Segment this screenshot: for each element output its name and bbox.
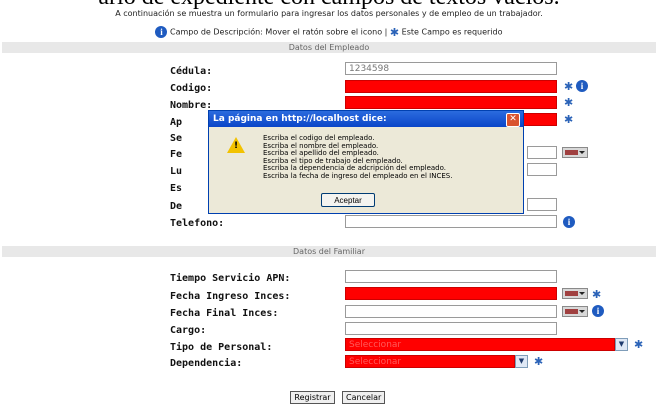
direccion-field[interactable]	[527, 198, 557, 211]
tiempo-servicio-field[interactable]	[345, 270, 557, 283]
se-label: Se	[170, 133, 183, 144]
family-section-header: Datos del Familiar	[2, 246, 656, 257]
chevron-down-icon[interactable]: ▼	[515, 355, 528, 368]
calendar-icon[interactable]	[562, 306, 588, 317]
dialog-titlebar: La página en http://localhost dice:	[209, 111, 523, 127]
asterisk-icon: ✱	[564, 80, 574, 93]
telefono-field[interactable]	[345, 215, 557, 228]
alert-dialog: La página en http://localhost dice: ✕ ! …	[208, 110, 524, 214]
lugar-field[interactable]	[527, 163, 557, 176]
close-button[interactable]: ✕	[506, 113, 520, 127]
dialog-message: Escriba el codigo del empleado. Escriba …	[263, 134, 453, 181]
legend-required-text: Este Campo es requerido	[401, 27, 503, 37]
asterisk-icon: ✱	[534, 355, 544, 368]
nombre-field[interactable]	[345, 96, 557, 109]
fecha-ingreso-field[interactable]	[527, 146, 557, 159]
tiempo-servicio-label: Tiempo Servicio APN:	[170, 273, 291, 284]
asterisk-icon: ✱	[564, 113, 574, 126]
legend-info-text: Campo de Descripción: Mover el ratón sob…	[170, 27, 388, 37]
info-icon[interactable]: i	[563, 216, 575, 228]
registrar-button[interactable]: Registrar	[290, 391, 335, 404]
lu-label: Lu	[170, 166, 183, 177]
employee-section-header: Datos del Empleado	[2, 42, 656, 53]
chevron-down-icon[interactable]: ▼	[615, 338, 628, 351]
cedula-label: Cédula:	[170, 66, 213, 77]
info-icon[interactable]: i	[592, 305, 604, 317]
de-label: De	[170, 201, 183, 212]
tipo-personal-select[interactable]: Seleccionar	[345, 338, 615, 351]
cancelar-button[interactable]: Cancelar	[342, 391, 385, 404]
asterisk-icon: ✱	[564, 96, 574, 109]
cargo-field[interactable]	[345, 322, 557, 335]
intro-text: A continuación se muestra un formulario …	[115, 9, 543, 18]
calendar-icon[interactable]	[562, 147, 588, 158]
fecha-ingreso-inces-field[interactable]	[345, 287, 557, 300]
tipo-personal-label: Tipo de Personal:	[170, 342, 273, 353]
dependencia-select[interactable]: Seleccionar	[345, 355, 515, 368]
info-icon[interactable]: i	[576, 80, 588, 92]
ok-button[interactable]: Aceptar	[321, 193, 375, 207]
codigo-field[interactable]	[345, 80, 557, 93]
apellido-label: Ap	[170, 117, 183, 128]
fe-label: Fe	[170, 149, 183, 160]
dialog-line: Escriba la fecha de ingreso del empleado…	[263, 171, 453, 180]
cedula-field[interactable]: 1234598	[345, 62, 557, 75]
dialog-title: La página en http://localhost dice:	[213, 114, 387, 124]
dependencia-label: Dependencia:	[170, 358, 243, 369]
fecha-final-inces-label: Fecha Final Inces:	[170, 308, 279, 319]
es-label: Es	[170, 183, 183, 194]
telefono-label: Telefono:	[170, 218, 225, 229]
fecha-final-inces-field[interactable]	[345, 305, 557, 318]
nombre-label: Nombre:	[170, 100, 213, 111]
cargo-label: Cargo:	[170, 325, 207, 336]
asterisk-icon: ✱	[634, 338, 644, 351]
legend: i Campo de Descripción: Mover el ratón s…	[0, 26, 658, 38]
asterisk-icon: ✱	[592, 288, 602, 301]
warning-exclamation: !	[234, 141, 239, 151]
codigo-label: Codigo:	[170, 83, 213, 94]
calendar-icon[interactable]	[562, 288, 588, 299]
info-icon: i	[155, 26, 168, 38]
fecha-ingreso-inces-label: Fecha Ingreso Inces:	[170, 291, 291, 302]
asterisk-icon: ✱	[389, 25, 400, 39]
